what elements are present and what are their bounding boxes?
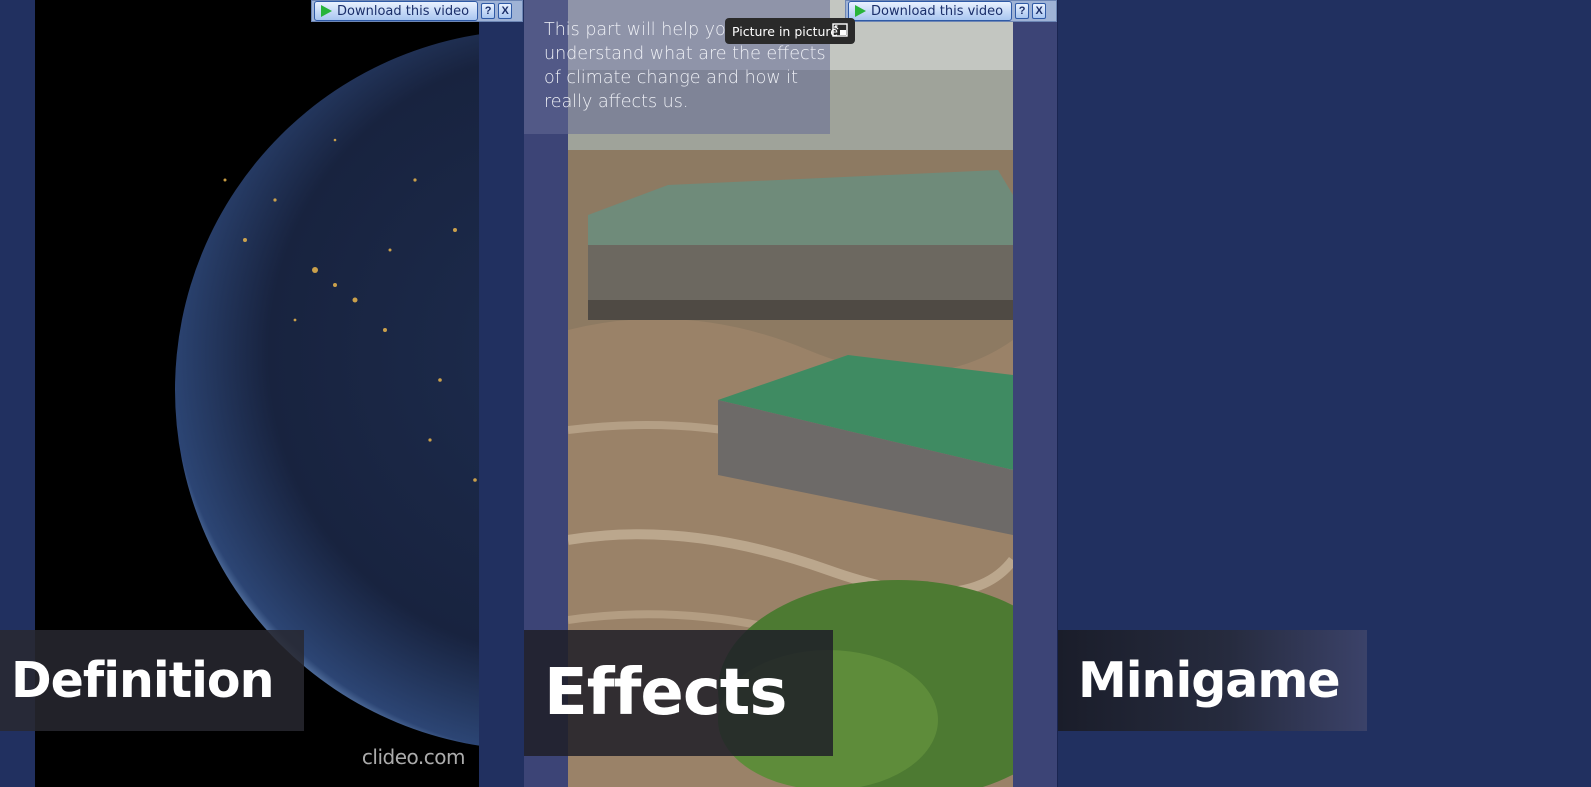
download-video-button-left[interactable]: Download this video [314,1,479,21]
pip-tooltip-label: Picture in picture [732,23,838,39]
effects-label[interactable]: Effects [524,630,833,756]
minigame-label[interactable]: Minigame [1058,630,1367,731]
close-icon[interactable]: X [498,3,513,19]
help-icon[interactable]: ? [1015,3,1030,19]
download-toolbar-left: Download this video ? X [311,0,523,22]
play-icon [321,5,332,17]
picture-in-picture-icon [832,23,848,37]
clideo-watermark: clideo.com [361,745,466,769]
play-icon [855,5,866,17]
definition-label[interactable]: Definition [0,630,304,731]
download-toolbar-right: Download this video ? X [845,0,1057,22]
help-icon[interactable]: ? [481,3,496,19]
close-icon[interactable]: X [1032,3,1047,19]
download-video-button-right[interactable]: Download this video [848,1,1013,21]
pip-tooltip[interactable]: Picture in picture [725,18,855,44]
